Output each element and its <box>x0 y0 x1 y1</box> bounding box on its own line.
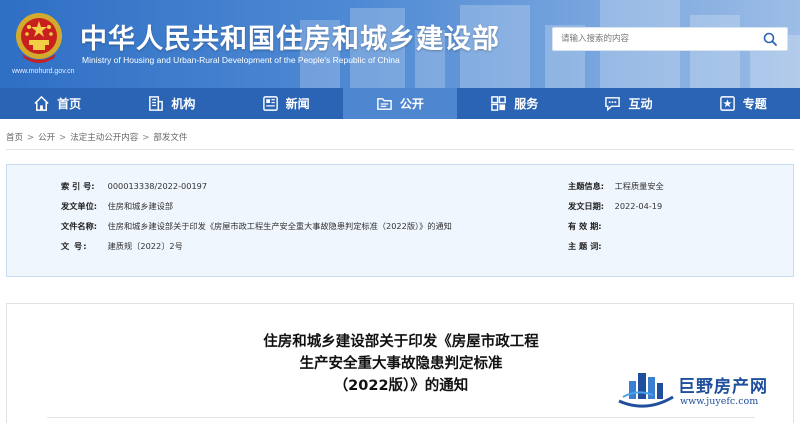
breadcrumb-statutory[interactable]: 法定主动公开内容 <box>70 133 138 143</box>
info-doc-name: 文件名称: 住房和城乡建设部关于印发《房屋市政工程生产安全重大事故隐患判定标准（… <box>61 220 452 232</box>
nav-item-interaction[interactable]: 互动 <box>571 88 685 119</box>
site-header: www.mohurd.gov.cn 中华人民共和国住房和城乡建设部 Minist… <box>0 0 800 88</box>
site-subtitle: Ministry of Housing and Urban-Rural Deve… <box>82 55 400 65</box>
info-label: 文 号: <box>61 241 88 251</box>
article-title-line: 住房和城乡建设部关于印发《房屋市政工程 <box>263 334 539 350</box>
info-date: 发文日期: 2022-04-19 <box>568 200 662 212</box>
nav-label: 专题 <box>742 97 767 111</box>
nav-item-topics[interactable]: 专题 <box>686 88 800 119</box>
divider <box>6 149 794 150</box>
info-value: 2022-04-19 <box>614 201 663 211</box>
breadcrumb-separator: > <box>142 133 150 143</box>
info-label: 主题信息: <box>568 181 605 191</box>
home-icon <box>34 95 49 111</box>
breadcrumb-current[interactable]: 部发文件 <box>153 133 187 143</box>
nav-item-home[interactable]: 首页 <box>0 88 114 119</box>
search-input[interactable] <box>553 28 753 50</box>
watermark-name: 巨野房产网 <box>678 377 768 397</box>
info-label: 有 效 期: <box>568 221 602 231</box>
info-label: 发文单位: <box>61 201 98 211</box>
site-title[interactable]: 中华人民共和国住房和城乡建设部 <box>80 17 500 56</box>
breadcrumb-home[interactable]: 首页 <box>6 133 23 143</box>
info-label: 发文日期: <box>568 201 605 211</box>
nav-item-service[interactable]: 服务 <box>457 88 571 119</box>
nav-item-news[interactable]: 新闻 <box>229 88 343 119</box>
folder-icon <box>377 98 392 110</box>
nav-label: 公开 <box>399 97 424 111</box>
info-index: 索 引 号: 000013338/2022-00197 <box>61 180 207 192</box>
breadcrumb: 首页 > 公开 > 法定主动公开内容 > 部发文件 <box>6 131 187 143</box>
breadcrumb-separator: > <box>59 133 67 143</box>
watermark-url: www.juyefc.com <box>680 396 759 407</box>
star-icon <box>719 96 735 111</box>
info-value: 住房和城乡建设部 <box>107 201 174 211</box>
nav-label: 首页 <box>57 97 82 111</box>
nav-label: 机构 <box>171 97 196 111</box>
chat-icon <box>605 97 621 112</box>
info-doc-number: 文 号: 建质规〔2022〕2号 <box>61 240 183 252</box>
info-value: 建质规〔2022〕2号 <box>107 241 183 251</box>
info-value: 工程质量安全 <box>614 181 664 191</box>
info-value: 住房和城乡建设部关于印发《房屋市政工程生产安全重大事故隐患判定标准（2022版）… <box>107 221 452 231</box>
info-validity: 有 效 期: <box>568 220 612 232</box>
national-emblem-icon <box>16 13 62 63</box>
nav-label: 服务 <box>514 97 539 111</box>
article-title: 住房和城乡建设部关于印发《房屋市政工程 生产安全重大事故隐患判定标准 （2022… <box>7 331 795 397</box>
search-box <box>552 27 788 51</box>
site-url: www.mohurd.gov.cn <box>12 68 75 75</box>
info-topic: 主题信息: 工程质量安全 <box>568 180 664 192</box>
article-title-line: 生产安全重大事故隐患判定标准 <box>299 356 503 372</box>
nav-label: 互动 <box>628 97 653 111</box>
nav-label: 新闻 <box>285 97 310 111</box>
article-title-line: （2022版）》的通知 <box>333 378 469 394</box>
main-nav: 首页 机构 新闻 公开 服务 互动 专题 <box>0 88 800 119</box>
nav-item-disclosure[interactable]: 公开 <box>342 88 458 119</box>
service-icon <box>491 96 507 111</box>
info-value: 000013338/2022-00197 <box>107 181 208 191</box>
breadcrumb-disclosure[interactable]: 公开 <box>38 133 55 143</box>
breadcrumb-separator: > <box>27 133 35 143</box>
info-label: 索 引 号: <box>61 181 95 191</box>
nav-item-organization[interactable]: 机构 <box>114 88 228 119</box>
info-issuer: 发文单位: 住房和城乡建设部 <box>61 200 173 212</box>
info-keywords: 主 题 词: <box>568 240 612 252</box>
article-panel: 住房和城乡建设部关于印发《房屋市政工程 生产安全重大事故隐患判定标准 （2022… <box>6 303 794 423</box>
watermark-logo-icon <box>618 373 674 408</box>
info-label: 主 题 词: <box>568 241 602 251</box>
divider <box>47 417 755 418</box>
document-info-box: 索 引 号: 000013338/2022-00197 发文单位: 住房和城乡建… <box>6 164 794 277</box>
search-icon[interactable] <box>763 32 777 46</box>
news-icon <box>262 96 278 111</box>
info-label: 文件名称: <box>61 221 98 231</box>
building-icon <box>149 96 164 111</box>
